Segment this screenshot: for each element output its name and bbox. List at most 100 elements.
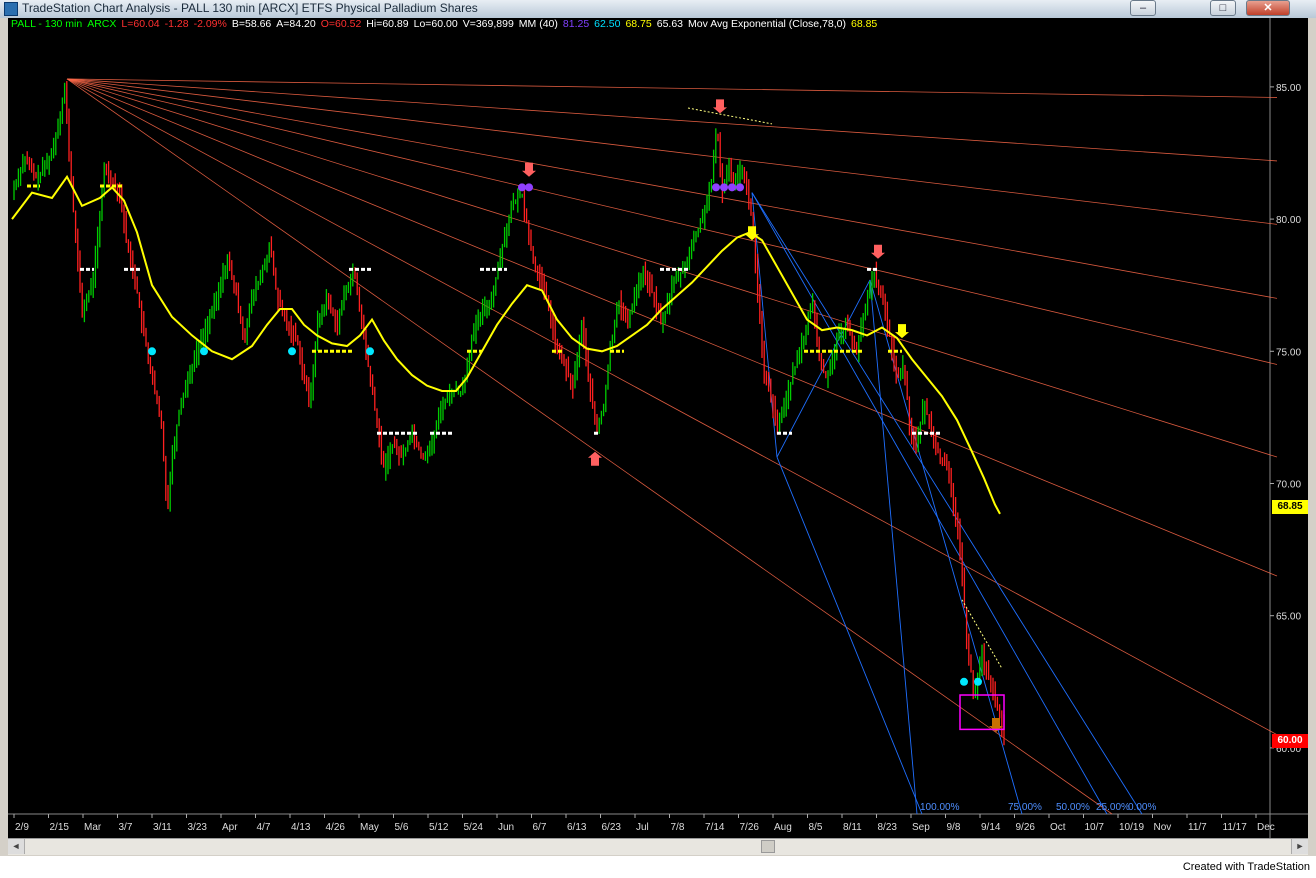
down-arrow-icon: [713, 99, 727, 114]
x-tick-label: 7/14: [705, 822, 725, 833]
status-bar: Created with TradeStation: [0, 856, 1316, 878]
x-tick-label: 4/7: [257, 822, 271, 833]
cyan-dot: [288, 347, 296, 356]
y-tick-label: 75.00: [1276, 347, 1301, 358]
x-tick-label: 3/11: [153, 822, 172, 833]
legend-item: 62.50: [594, 18, 621, 30]
legend-item: -1.28: [164, 18, 189, 30]
pitchfork-label: 100.00%: [920, 802, 960, 813]
cyan-dot: [960, 677, 968, 686]
legend-item: 65.63: [656, 18, 684, 30]
maximize-button[interactable]: □: [1210, 0, 1236, 16]
pitchfork-label: 25.00%: [1096, 802, 1130, 813]
x-tick-label: 10/19: [1119, 822, 1144, 833]
scroll-thumb[interactable]: [761, 840, 775, 853]
down-arrow-icon: [895, 324, 909, 339]
cyan-dot: [974, 677, 982, 686]
x-tick-label: 2/9: [15, 822, 29, 833]
tradestation-icon: [4, 2, 18, 16]
legend-item: Lo=60.00: [413, 18, 458, 30]
close-button[interactable]: ✕: [1246, 0, 1290, 16]
y-tick-label: 65.00: [1276, 612, 1301, 623]
horizontal-scrollbar[interactable]: ◄ ►: [8, 838, 1308, 855]
pitchfork-label: 0.00%: [1128, 802, 1156, 813]
minimize-button[interactable]: –: [1130, 0, 1156, 16]
x-tick-label: 8/23: [878, 822, 898, 833]
created-with-label: Created with TradeStation: [1182, 861, 1310, 873]
gann-fan-line: [66, 78, 1278, 299]
scroll-right-icon[interactable]: ►: [1291, 839, 1308, 854]
price-tag-last: 60.00: [1272, 734, 1308, 748]
x-tick-label: 9/8: [947, 822, 961, 833]
x-tick-label: 6/7: [533, 822, 547, 833]
legend-item: A=84.20: [276, 18, 316, 30]
legend-item: Mov Avg Exponential (Close,78,0): [688, 18, 846, 30]
x-tick-label: 11/7: [1188, 822, 1207, 833]
legend-item: L=60.04: [121, 18, 160, 30]
cyan-dot: [366, 347, 374, 356]
legend-item: 68.75: [625, 18, 652, 30]
legend-item: -2.09%: [193, 18, 227, 30]
x-tick-label: 6/13: [567, 822, 587, 833]
legend-item: MM (40): [518, 18, 558, 30]
purple-dot: [736, 183, 744, 192]
x-tick-label: 9/14: [981, 822, 1001, 833]
y-tick-label: 80.00: [1276, 215, 1301, 226]
chart-area[interactable]: 85.00 80.00 75.00 70.00 65.00 60.00 2/9 2/15 Mar…: [8, 18, 1308, 838]
x-tick-label: May: [360, 822, 379, 833]
x-tick-label: Aug: [774, 822, 792, 833]
gann-fan-line: [66, 78, 1113, 815]
title-bar: TradeStation Chart Analysis - PALL 130 m…: [0, 0, 1316, 18]
x-tick-label: Dec: [1257, 822, 1275, 833]
x-tick-label: 4/26: [326, 822, 346, 833]
legend-item: ARCX: [87, 18, 117, 30]
pitchfork-label: 75.00%: [1008, 802, 1042, 813]
price-chart[interactable]: 85.00 80.00 75.00 70.00 65.00 60.00 2/9 2/15 Mar…: [8, 18, 1308, 838]
gann-fan-line: [66, 78, 1278, 736]
cyan-dot: [148, 347, 156, 356]
gann-fan-line: [66, 78, 1278, 577]
x-tick-label: 5/24: [464, 822, 484, 833]
x-tick-label: Sep: [912, 822, 930, 833]
price-bars: [13, 81, 1005, 746]
y-tick-label: 70.00: [1276, 479, 1301, 490]
gann-fan-line: [66, 78, 1278, 225]
gann-fan-line: [66, 78, 1278, 98]
purple-dot: [518, 183, 526, 192]
y-tick-label: 85.00: [1276, 83, 1301, 94]
x-tick-label: Apr: [222, 822, 238, 833]
x-tick-label: 10/7: [1085, 822, 1105, 833]
x-tick-label: 5/12: [429, 822, 449, 833]
legend-item: B=58.66: [231, 18, 272, 30]
legend-item: PALL - 130 min: [11, 18, 83, 30]
pitchfork-line: [751, 192, 1108, 815]
cyan-dot: [200, 347, 208, 356]
x-tick-label: 7/26: [740, 822, 760, 833]
gann-fan-line: [66, 78, 1278, 365]
pitchfork-line: [776, 456, 923, 815]
x-tick-label: 2/15: [50, 822, 70, 833]
legend-item: 81.25: [562, 18, 590, 30]
x-tick-label: Oct: [1050, 822, 1066, 833]
x-tick-label: Jul: [636, 822, 649, 833]
x-tick-label: Jun: [498, 822, 514, 833]
down-arrow-icon: [871, 244, 885, 259]
pitchfork-line: [869, 279, 1023, 815]
purple-dot: [720, 183, 728, 192]
legend-item: O=60.52: [320, 18, 362, 30]
purple-dot: [525, 183, 533, 192]
legend-item: 68.85: [851, 18, 878, 30]
gann-fan-line: [66, 78, 1278, 162]
chart-legend: PALL - 130 min ARCX L=60.04 -1.28 -2.09% B=58…: [11, 18, 882, 32]
pitchfork-line: [751, 192, 1143, 815]
x-tick-label: Mar: [84, 822, 102, 833]
x-tick-label: 3/23: [188, 822, 208, 833]
scroll-left-icon[interactable]: ◄: [8, 839, 25, 854]
x-tick-label: 4/13: [291, 822, 311, 833]
price-tag-ema: 68.85: [1272, 500, 1308, 514]
x-tick-label: 11/17: [1223, 822, 1248, 833]
x-tick-label: 3/7: [119, 822, 133, 833]
x-tick-label: 8/11: [843, 822, 862, 833]
x-tick-label: 6/23: [602, 822, 622, 833]
down-arrow-icon: [522, 162, 536, 177]
